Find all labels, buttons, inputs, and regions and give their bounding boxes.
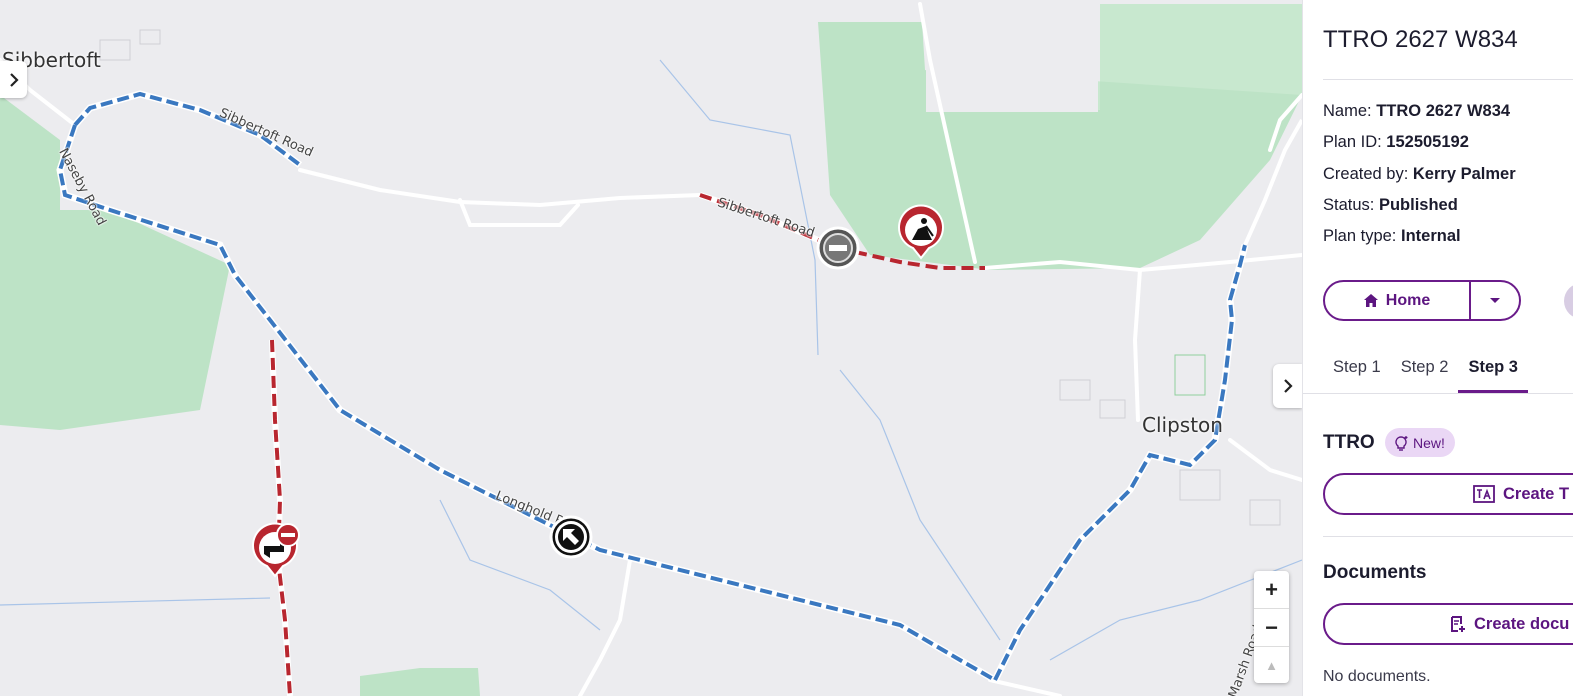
zoom-out-button[interactable]: − <box>1254 609 1289 647</box>
ttro-heading: TTRO <box>1323 432 1375 453</box>
detail-plan-type: Plan type: Internal <box>1323 227 1461 245</box>
tab-step-3[interactable]: Step 3 <box>1458 350 1528 393</box>
create-ttro-label: Create T <box>1503 484 1570 503</box>
water-tap-icon[interactable] <box>250 520 304 583</box>
tab-step-2[interactable]: Step 2 <box>1391 350 1459 393</box>
expand-left-panel-button[interactable] <box>0 61 27 98</box>
woodland-area <box>0 95 230 430</box>
caret-down-icon <box>1490 298 1500 303</box>
compass-reset-button[interactable]: ▲ <box>1254 647 1289 684</box>
collapse-right-panel-button[interactable] <box>1273 364 1302 408</box>
zoom-controls: + − ▲ <box>1254 571 1289 683</box>
woodland-area <box>360 668 480 696</box>
create-document-label: Create docu <box>1474 614 1570 633</box>
no-documents-text: No documents. <box>1323 668 1431 685</box>
new-badge: New! <box>1385 428 1455 457</box>
divider <box>1323 79 1573 80</box>
detail-status: Status: Published <box>1323 196 1458 214</box>
home-button[interactable]: Home <box>1325 282 1471 319</box>
create-document-button[interactable]: Create docu <box>1323 603 1573 645</box>
field-area <box>926 26 1098 112</box>
add-document-icon <box>1451 616 1465 632</box>
chevron-right-icon <box>9 72 19 87</box>
documents-heading: Documents <box>1323 562 1427 583</box>
divider <box>1323 536 1573 537</box>
home-split-button: Home <box>1323 280 1521 321</box>
new-badge-label: New! <box>1413 434 1445 451</box>
detail-plan-id: Plan ID: 152505192 <box>1323 133 1469 151</box>
tab-divider <box>1303 393 1573 394</box>
roadworks-icon[interactable] <box>896 204 946 265</box>
avatar[interactable] <box>1564 283 1573 319</box>
detail-name: Name: TTRO 2627 W834 <box>1323 102 1511 120</box>
direction-arrow-icon[interactable] <box>549 515 593 564</box>
plan-details-panel: TTRO 2627 W834 Name: TTRO 2627 W834 Plan… <box>1302 0 1573 696</box>
home-icon <box>1363 294 1378 307</box>
chevron-right-icon <box>1283 379 1293 393</box>
map-view[interactable]: Sibbertoft Clipston Sibbertoft Road Sibb… <box>0 0 1302 696</box>
home-dropdown-button[interactable] <box>1471 282 1519 319</box>
zoom-in-button[interactable]: + <box>1254 571 1289 609</box>
document-translate-icon <box>1473 485 1495 503</box>
lightbulb-icon <box>1395 435 1408 451</box>
tab-step-1[interactable]: Step 1 <box>1323 350 1391 393</box>
step-tabs: Step 1 Step 2 Step 3 <box>1323 350 1528 393</box>
create-ttro-button[interactable]: Create T <box>1323 473 1573 515</box>
no-entry-icon[interactable] <box>816 226 860 275</box>
page-title: TTRO 2627 W834 <box>1323 26 1518 53</box>
place-label-clipston: Clipston <box>1142 413 1223 437</box>
detail-created-by: Created by: Kerry Palmer <box>1323 165 1516 183</box>
map-canvas[interactable] <box>0 0 1302 696</box>
home-button-label: Home <box>1385 291 1431 309</box>
